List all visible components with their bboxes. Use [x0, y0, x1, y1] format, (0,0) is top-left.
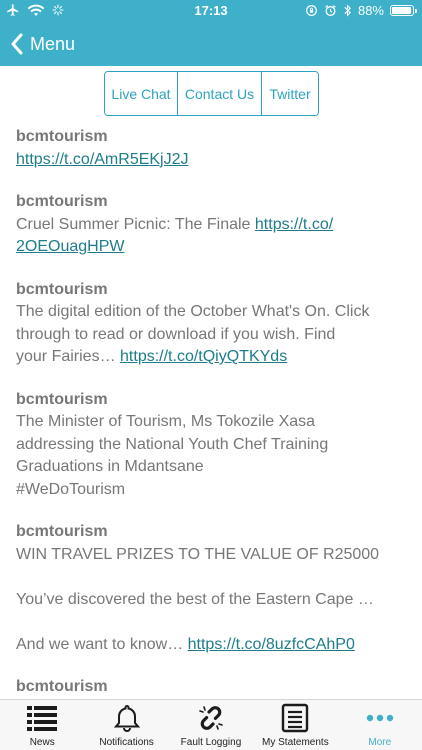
status-right-icons: 88% [305, 3, 417, 18]
back-button[interactable]: Menu [10, 30, 75, 58]
tab-notifications-label: Notifications [99, 737, 154, 748]
tweet-link[interactable]: https://t.co/ [255, 216, 333, 233]
tweet-line: Cruel Summer Picnic: The Finale https://… [16, 214, 412, 237]
tab-bar: News Notifications Fault Logging My Stat… [0, 699, 422, 750]
contact-segmented-control: Live Chat Contact Us Twitter [104, 71, 319, 116]
tweet-text: And we want to know… [16, 635, 188, 653]
tweet-line: And we want to know… https://t.co/8uzfcC… [16, 634, 412, 657]
tweet-item: bcmtourism https://t.co/AmR5EKjJ2J [16, 126, 412, 171]
tweet-text: The Minister of Tourism, Ms Tokozile Xas… [16, 413, 316, 430]
list-icon [25, 701, 59, 735]
twitter-feed[interactable]: bcmtourism https://t.co/AmR5EKjJ2J bcmtour… [16, 126, 412, 699]
tab-more[interactable]: More [338, 700, 422, 750]
back-button-label: Menu [30, 33, 76, 54]
more-icon [363, 701, 397, 735]
tweet-line: The Minister of Tourism, Ms Tokozile Xas… [16, 411, 412, 434]
tab-more-label: More [368, 737, 392, 748]
status-bar: 17:13 88% [0, 0, 422, 22]
tweet-line: Graduations in Mdantsane [16, 456, 412, 479]
bell-icon [110, 701, 144, 735]
app-header: 17:13 88% Menu [0, 0, 422, 66]
tweet-item: bcmtourism WIN TRAVEL PRIZES TO THE VALUE… [16, 521, 412, 656]
tweet-line: The digital edition of the October What'… [16, 301, 412, 324]
tab-my-statements[interactable]: My Statements [253, 700, 337, 750]
tweet-author: bcmtourism [16, 193, 108, 210]
tab-fault-logging[interactable]: Fault Logging [169, 700, 253, 750]
tweet-text: Cruel Summer Picnic: The Finale [16, 215, 255, 233]
tweet-item: bcmtourism The Minister of Tourism, Ms To… [16, 389, 412, 502]
tweet-text: through to read or download if you wish.… [16, 325, 336, 343]
tab-news[interactable]: News [0, 700, 84, 750]
tweet-line: your Fairies… https://t.co/tQiyQTKYds [16, 346, 412, 369]
tweet-text: addressing the National Youth Chef Train… [16, 435, 329, 453]
tweet-text: The digital edition of the October What'… [16, 303, 370, 320]
tweet-text: WIN TRAVEL PRIZES TO THE VALUE OF R25000 [16, 545, 380, 563]
tweet-line: You’ve discovered the best of the Easter… [16, 589, 412, 612]
document-icon [278, 701, 312, 735]
segment-live-chat[interactable]: Live Chat [105, 72, 178, 115]
tab-fault-logging-label: Fault Logging [180, 737, 242, 748]
tweet-author: bcmtourism [16, 128, 108, 145]
tab-notifications[interactable]: Notifications [84, 700, 168, 750]
tab-news-label: News [29, 737, 55, 748]
tweet-line: https://t.co/AmR5EKjJ2J [16, 149, 412, 172]
battery-percent: 88% [357, 3, 384, 18]
tweet-link[interactable]: https://t.co/AmR5EKjJ2J [16, 151, 189, 168]
bluetooth-icon [344, 4, 351, 17]
tweet-line: addressing the National Youth Chef Train… [16, 434, 412, 457]
tweet-link[interactable]: 2OEOuagHPW [16, 238, 124, 255]
segment-contact-us[interactable]: Contact Us [178, 72, 262, 115]
tweet-author: bcmtourism [16, 390, 108, 408]
tweet-line: #WeDoTourism [16, 479, 412, 502]
tweet-item: bcmtourism Cruel Summer Picnic: The Final… [16, 191, 412, 259]
tweet-line: 2OEOuagHPW [16, 236, 412, 259]
tweet-line: WIN TRAVEL PRIZES TO THE VALUE OF R25000 [16, 544, 412, 567]
tweet-line: through to read or download if you wish.… [16, 324, 412, 347]
tweet-author: bcmtourism [16, 280, 108, 298]
tweet-text: #WeDoTourism [16, 480, 126, 498]
tweet-text: Graduations in Mdantsane [16, 458, 204, 475]
battery-icon [390, 5, 417, 16]
tweet-text: your Fairies… [16, 348, 121, 365]
broken-link-icon [194, 701, 228, 735]
tweet-item: bcmtourism The digital edition of the Oct… [16, 279, 412, 369]
tweet-author: bcmtourism [16, 678, 108, 695]
tweet-text: You’ve discovered the best of the Easter… [16, 590, 374, 608]
battery-level-fill [392, 7, 412, 14]
tweet-link[interactable]: https://t.co/tQiyQTKYds [120, 348, 287, 365]
tweet-author: bcmtourism [16, 523, 108, 540]
chevron-left-icon [11, 33, 23, 55]
tweet-link[interactable]: https://t.co/8uzfcCAhP0 [188, 636, 355, 653]
tweet-item: bcmtourismA stunning selection of photos… [16, 676, 412, 699]
alarm-icon [325, 5, 336, 17]
rotation-lock-icon [305, 5, 317, 16]
tab-my-statements-label: My Statements [262, 737, 329, 748]
segment-twitter[interactable]: Twitter [262, 72, 318, 115]
